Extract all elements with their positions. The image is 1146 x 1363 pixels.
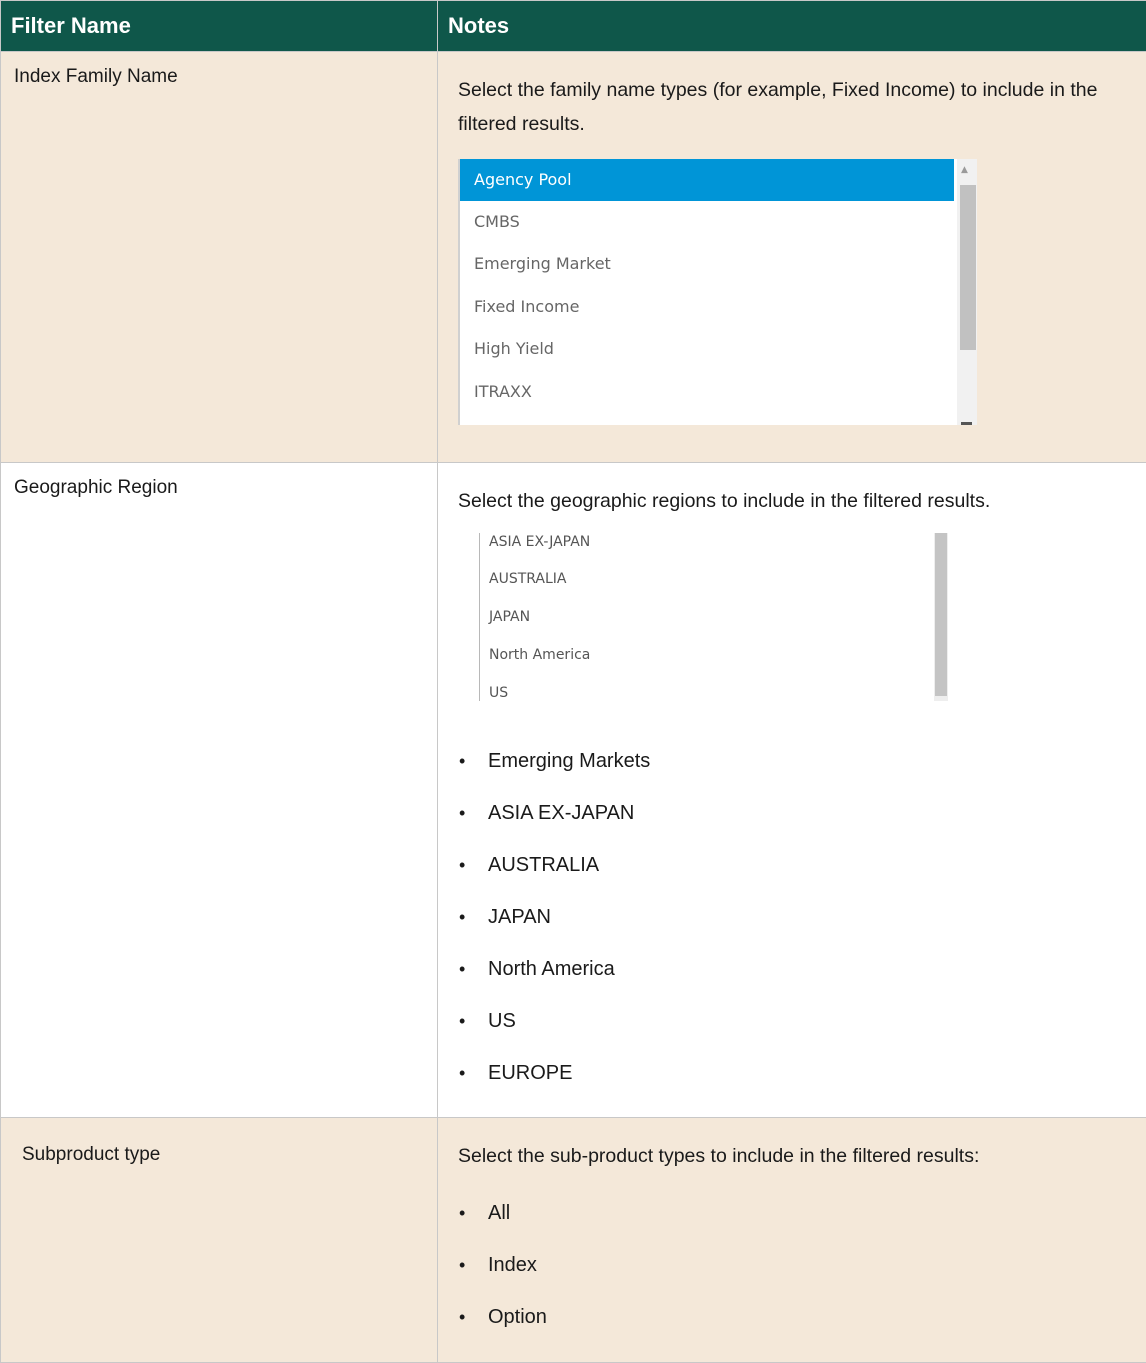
filter-name-cell: Index Family Name <box>0 51 438 463</box>
filter-name-cell: Geographic Region <box>0 462 438 1118</box>
listbox-border <box>479 533 480 701</box>
region-bullet-list: Emerging Markets ASIA EX-JAPAN AUSTRALIA… <box>458 749 1146 1113</box>
listbox-option[interactable]: AUSTRALIA <box>489 570 567 588</box>
filter-name-cell: Subproduct type <box>0 1117 438 1363</box>
listbox-option[interactable]: CMBS <box>460 201 954 243</box>
notes-cell: Select the sub-product types to include … <box>437 1117 1146 1363</box>
listbox-option[interactable]: US <box>489 684 508 702</box>
header-row: Filter Name Notes <box>0 0 1146 52</box>
notes-text: Select the sub-product types to include … <box>458 1145 980 1167</box>
listbox-option[interactable]: Emerging Market <box>460 243 954 285</box>
list-item: Emerging Markets <box>458 749 1146 801</box>
index-family-listbox[interactable]: Agency Pool CMBS Emerging Market Fixed I… <box>458 159 977 425</box>
notes-cell: Select the geographic regions to include… <box>437 462 1146 1118</box>
scroll-down-icon[interactable] <box>961 422 972 425</box>
scrollbar-thumb[interactable] <box>935 533 947 696</box>
filter-name-label: Geographic Region <box>14 477 178 498</box>
list-item: AUSTRALIA <box>458 853 1146 905</box>
listbox-option[interactable]: Fixed Income <box>460 286 954 328</box>
filter-name-label: Index Family Name <box>14 66 178 87</box>
listbox-option[interactable]: High Yield <box>460 328 954 370</box>
listbox-scrollbar[interactable] <box>934 533 948 701</box>
list-item: US <box>458 1009 1146 1061</box>
geographic-region-listbox[interactable]: ASIA EX-JAPAN AUSTRALIA JAPAN North Amer… <box>479 533 949 703</box>
listbox-scrollbar[interactable]: ▲ <box>957 159 977 425</box>
scrollbar-thumb[interactable] <box>960 185 976 350</box>
list-item: All <box>458 1201 1146 1253</box>
table-row-subproduct-type: Subproduct type Select the sub-product t… <box>0 1117 1146 1363</box>
listbox-option[interactable]: North America <box>489 646 590 664</box>
listbox-option-selected[interactable]: Agency Pool <box>460 159 954 201</box>
listbox-option[interactable]: ASIA EX-JAPAN <box>489 533 590 551</box>
filters-table: Filter Name Notes Index Family Name Sele… <box>0 0 1146 1363</box>
notes-cell: Select the family name types (for exampl… <box>437 51 1146 463</box>
scroll-up-arrow-icon[interactable]: ▲ <box>961 165 968 175</box>
list-item: JAPAN <box>458 905 1146 957</box>
table-row-index-family: Index Family Name Select the family name… <box>0 51 1146 463</box>
list-item: ASIA EX-JAPAN <box>458 801 1146 853</box>
header-filter-name: Filter Name <box>0 0 438 52</box>
notes-text: Select the family name types (for exampl… <box>458 79 1098 135</box>
list-item: Index <box>458 1253 1146 1305</box>
list-item: EUROPE <box>458 1061 1146 1113</box>
list-item: Option <box>458 1305 1146 1357</box>
notes-text: Select the geographic regions to include… <box>458 490 991 512</box>
subproduct-bullet-list: All Index Option <box>458 1201 1146 1357</box>
listbox-option[interactable]: ITRAXX <box>460 371 954 413</box>
filter-name-label: Subproduct type <box>22 1144 161 1165</box>
header-notes: Notes <box>437 0 1146 52</box>
list-item: North America <box>458 957 1146 1009</box>
listbox-option[interactable]: JAPAN <box>489 608 530 626</box>
table-row-geographic-region: Geographic Region Select the geographic … <box>0 462 1146 1118</box>
